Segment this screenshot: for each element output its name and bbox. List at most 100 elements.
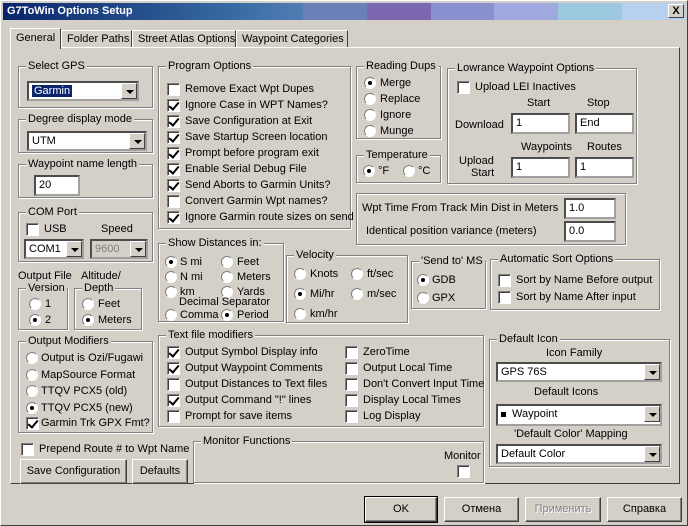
upload-lei-checkbox[interactable] [457, 81, 470, 94]
version-1-radio[interactable] [29, 298, 41, 310]
gdb-radio[interactable] [417, 274, 429, 286]
tab-waypoint-categories[interactable]: Waypoint Categories [236, 30, 348, 48]
ftsec-radio[interactable] [351, 268, 363, 280]
distances-text-checkbox[interactable] [167, 378, 180, 391]
km-radio[interactable] [165, 286, 177, 298]
save-configuration-button[interactable]: Save Configuration [20, 459, 127, 484]
save-config-exit-checkbox[interactable] [167, 115, 180, 128]
upload-label: Upload [459, 155, 494, 167]
display-local-times-label: Display Local Times [363, 394, 461, 406]
mapsource-radio[interactable] [26, 369, 38, 381]
distance-feet-label: Feet [237, 256, 260, 268]
degree-select[interactable]: UTM [27, 131, 147, 151]
gpx-radio[interactable] [417, 292, 429, 304]
garmin-trk-gpx-checkbox[interactable] [26, 417, 39, 430]
com-port-select[interactable]: COM1 [24, 239, 84, 259]
local-time-checkbox[interactable] [345, 362, 358, 375]
help-button[interactable]: Справка [607, 497, 682, 522]
download-stop-input[interactable]: End [575, 113, 634, 134]
fahrenheit-label: °F [378, 165, 390, 177]
sort-before-output-checkbox[interactable] [498, 274, 511, 287]
color-mapping-select[interactable]: Default Color [496, 444, 662, 464]
wpt-time-label: Wpt Time From Track Min Dist in Meters [362, 202, 559, 214]
tab-general[interactable]: General [10, 28, 61, 49]
display-local-times-checkbox[interactable] [345, 394, 358, 407]
period-radio[interactable] [221, 309, 233, 321]
version-2-radio[interactable] [29, 314, 41, 326]
chevron-down-icon[interactable] [129, 133, 145, 149]
chevron-down-icon[interactable] [121, 83, 137, 99]
ignore-case-checkbox[interactable] [167, 99, 180, 112]
symbol-display-checkbox[interactable] [167, 346, 180, 359]
merge-radio[interactable] [364, 77, 376, 89]
cancel-button[interactable]: Отмена [444, 497, 519, 522]
defaults-button[interactable]: Defaults [132, 459, 188, 484]
kmhr-radio[interactable] [294, 308, 306, 320]
feet-radio[interactable] [82, 298, 94, 310]
celsius-radio[interactable] [403, 165, 415, 177]
upload-waypoints-input[interactable]: 1 [511, 157, 570, 178]
ttqv-old-radio[interactable] [26, 385, 38, 397]
send-to-ms-legend: 'Send to' MS [419, 255, 485, 267]
distance-meters-radio[interactable] [221, 271, 233, 283]
prompt-save-checkbox[interactable] [167, 410, 180, 423]
reading-dups-legend: Reading Dups [364, 60, 438, 72]
chevron-down-icon[interactable] [644, 446, 660, 462]
chevron-down-icon[interactable] [66, 241, 82, 257]
fahrenheit-radio[interactable] [363, 165, 375, 177]
tab-folder-paths[interactable]: Folder Paths [61, 30, 132, 48]
msec-radio[interactable] [351, 288, 363, 300]
ttqv-new-radio[interactable] [26, 402, 38, 414]
select-gps-group: Select GPS Garmin [18, 60, 153, 108]
sort-after-input-checkbox[interactable] [498, 291, 511, 304]
serial-debug-checkbox[interactable] [167, 163, 180, 176]
ozi-fugawi-radio[interactable] [26, 352, 38, 364]
monitor-checkbox[interactable] [457, 465, 470, 478]
download-start-input[interactable]: 1 [511, 113, 570, 134]
prepend-route-checkbox[interactable] [21, 443, 34, 456]
wpt-time-input[interactable]: 1.0 [564, 198, 616, 219]
text-modifiers-legend: Text file modifiers [166, 329, 255, 341]
knots-label: Knots [310, 268, 339, 280]
nmi-label: N mi [180, 271, 203, 283]
speed-label: Speed [101, 223, 133, 235]
chevron-down-icon[interactable] [644, 406, 660, 422]
nmi-radio[interactable] [165, 271, 177, 283]
ignore-radio[interactable] [364, 109, 376, 121]
smi-radio[interactable] [165, 256, 177, 268]
save-startup-location-checkbox[interactable] [167, 131, 180, 144]
ignore-route-sizes-checkbox[interactable] [167, 211, 180, 224]
wpt-name-length-input[interactable]: 20 [34, 175, 80, 196]
ident-variance-input[interactable]: 0.0 [564, 221, 616, 242]
symbol-display-label: Output Symbol Display info [185, 346, 318, 358]
comma-radio[interactable] [165, 309, 177, 321]
prompt-exit-checkbox[interactable] [167, 147, 180, 160]
usb-checkbox[interactable] [26, 223, 39, 236]
command-lines-checkbox[interactable] [167, 394, 180, 407]
dont-convert-time-checkbox[interactable] [345, 378, 358, 391]
replace-radio[interactable] [364, 93, 376, 105]
version-2-label: 2 [45, 314, 52, 326]
icon-family-select[interactable]: GPS 76S [496, 362, 662, 382]
tab-street-atlas[interactable]: Street Atlas Options [132, 30, 236, 48]
gps-select[interactable]: Garmin [27, 81, 139, 101]
log-display-checkbox[interactable] [345, 410, 358, 423]
upload-routes-input[interactable]: 1 [575, 157, 634, 178]
chevron-down-icon[interactable] [644, 364, 660, 380]
knots-radio[interactable] [294, 268, 306, 280]
speed-value: 9600 [95, 243, 120, 255]
version-group: Version 1 2 [18, 282, 68, 330]
gdb-label: GDB [432, 274, 456, 286]
meters-radio[interactable] [82, 314, 94, 326]
send-aborts-checkbox[interactable] [167, 179, 180, 192]
close-button[interactable]: X [668, 4, 684, 18]
ok-button[interactable]: OK [364, 496, 438, 523]
default-icons-select[interactable]: Waypoint [496, 404, 662, 426]
munge-radio[interactable] [364, 125, 376, 137]
remove-dupes-checkbox[interactable] [167, 83, 180, 96]
mihr-radio[interactable] [294, 288, 306, 300]
distance-feet-radio[interactable] [221, 256, 233, 268]
zerotime-checkbox[interactable] [345, 346, 358, 359]
convert-wpt-names-checkbox[interactable] [167, 195, 180, 208]
wpt-comments-checkbox[interactable] [167, 362, 180, 375]
